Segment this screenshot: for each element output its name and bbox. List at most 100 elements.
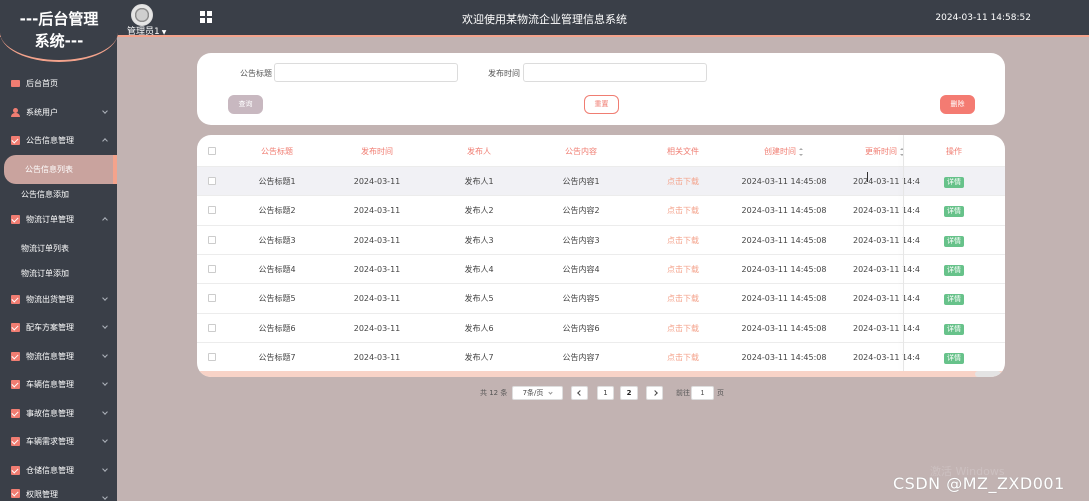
table-row[interactable]: 公告标题2 2024-03-11 发布人2 公告内容2 点击下载 2024-03-11 1… [197, 195, 1005, 224]
reset-button[interactable]: 重置 [584, 95, 619, 114]
table-row[interactable]: 公告标题3 2024-03-11 发布人3 公告内容3 点击下载 2024-03-11 1… [197, 224, 1005, 255]
cell-title: 公告标题7 [258, 352, 296, 362]
row-checkbox[interactable] [208, 352, 216, 361]
row-checkbox[interactable] [208, 264, 216, 273]
datetime: 2024-03-11 14:58:52 [935, 13, 1031, 23]
cell-files[interactable]: 点击下载 [633, 343, 733, 372]
page-size-select[interactable]: 7条/页 [512, 386, 563, 400]
cell-content: 公告内容7 [562, 352, 600, 362]
sidebar-item-logistics-info[interactable]: 物流信息管理 [0, 342, 117, 371]
page-1-button[interactable]: 1 [597, 386, 614, 400]
sidebar-item-vehicle-demand[interactable]: 车辆需求管理 [0, 427, 117, 456]
row-checkbox[interactable] [208, 177, 216, 185]
cell-actions: 详情 [903, 284, 1005, 313]
sidebar-item-notice[interactable]: 公告信息管理 [0, 126, 117, 155]
brand-logo: ---后台管理 系统--- [0, 0, 118, 62]
sidebar-item-label: 物流订单添加 [21, 269, 69, 278]
row-checkbox[interactable] [208, 294, 216, 303]
sidebar-item-permissions[interactable]: 权限管理 [0, 484, 117, 501]
row-checkbox[interactable] [208, 323, 216, 332]
cell-publish-date: 2024-03-11 [353, 352, 401, 362]
title-label: 公告标题 [240, 69, 272, 78]
fixed-column-divider [903, 135, 904, 371]
cell-files[interactable]: 点击下载 [633, 255, 733, 284]
sidebar-item-label: 事故信息管理 [26, 409, 74, 418]
detail-button[interactable]: 详情 [944, 323, 964, 335]
cell-content: 公告内容1 [562, 177, 600, 186]
table-row[interactable]: 公告标题5 2024-03-11 发布人5 公告内容5 点击下载 2024-03-11 1… [197, 283, 1005, 312]
cell-publisher: 发布人4 [464, 264, 494, 274]
detail-button[interactable]: 详情 [944, 206, 964, 218]
sidebar-item-orders[interactable]: 物流订单管理 [0, 205, 117, 234]
table-row[interactable]: 公告标题7 2024-03-11 发布人7 公告内容7 点击下载 2024-03-11 1… [197, 341, 1005, 372]
cell-title: 公告标题4 [258, 264, 296, 274]
sidebar-item-home[interactable]: 后台首页 [0, 69, 117, 98]
cell-files[interactable]: 点击下载 [633, 196, 733, 225]
sidebar-item-label: 系统用户 [26, 108, 58, 117]
table-row[interactable]: 公告标题6 2024-03-11 发布人6 公告内容6 点击下载 2024-03-11 1… [197, 312, 1005, 343]
detail-button[interactable]: 详情 [944, 294, 964, 306]
detail-button[interactable]: 详情 [944, 264, 964, 276]
sidebar-item-label: 公告信息列表 [25, 165, 73, 174]
app-title: 欢迎使用某物流企业管理信息系统 [462, 13, 627, 26]
table-row[interactable]: 公告标题4 2024-03-11 发布人4 公告内容4 点击下载 2024-03-11 1… [197, 253, 1005, 284]
detail-button[interactable]: 详情 [944, 352, 964, 364]
col-created[interactable]: 创建时间 [734, 137, 834, 166]
table-row[interactable]: 公告标题1 2024-03-11 发布人1 公告内容1 点击下载 2024-03-11 1… [197, 166, 1005, 195]
cell-publish-date: 2024-03-11 [353, 206, 401, 216]
cell-files[interactable]: 点击下载 [633, 167, 733, 196]
sidebar-item-warehouse[interactable]: 仓储信息管理 [0, 456, 117, 485]
cell-files[interactable]: 点击下载 [633, 226, 733, 255]
chevron-down-icon: ▼ [161, 29, 167, 36]
cell-created: 2024-03-11 14:45:08 [741, 294, 827, 304]
user-name: 管理员1 [127, 27, 160, 37]
sidebar-item-label: 车辆需求管理 [26, 437, 74, 446]
sidebar-item-label: 权限管理 [26, 490, 58, 499]
col-updated-label: 更新时间 [865, 147, 897, 156]
sidebar-item-label: 公告信息添加 [21, 190, 69, 199]
cell-files[interactable]: 点击下载 [633, 314, 733, 343]
sidebar-item-vehicle-info[interactable]: 车辆信息管理 [0, 370, 117, 399]
cell-publisher: 发布人3 [464, 235, 494, 245]
time-search-input[interactable] [523, 63, 707, 82]
prev-page-button[interactable] [571, 386, 588, 400]
title-search-input[interactable] [274, 63, 458, 82]
detail-button[interactable]: 详情 [944, 177, 964, 188]
cell-created: 2024-03-11 14:45:08 [741, 323, 827, 333]
horizontal-scrollbar[interactable] [197, 371, 1005, 377]
check-icon [11, 466, 20, 475]
sidebar-item-users[interactable]: 系统用户 [0, 98, 117, 127]
time-label: 发布时间 [488, 69, 520, 78]
detail-button[interactable]: 详情 [944, 235, 964, 247]
cell-files[interactable]: 点击下载 [633, 284, 733, 313]
sidebar-item-accident[interactable]: 事故信息管理 [0, 399, 117, 428]
cell-publish-date: 2024-03-11 [353, 323, 401, 333]
chevron-right-icon [651, 390, 658, 396]
check-icon [11, 489, 20, 498]
check-icon [11, 295, 20, 304]
select-all-checkbox[interactable] [208, 147, 216, 155]
sidebar-item-vehicle-plan[interactable]: 配车方案管理 [0, 313, 117, 342]
page-2-button[interactable]: 2 [620, 386, 638, 400]
cell-created: 2024-03-11 14:45:08 [741, 264, 827, 274]
row-checkbox[interactable] [208, 206, 216, 215]
sidebar-item-shipping[interactable]: 物流出货管理 [0, 285, 117, 314]
cell-created: 2024-03-11 14:45:08 [741, 235, 827, 245]
sort-icon[interactable] [799, 147, 804, 156]
goto-page-input[interactable] [691, 386, 714, 400]
delete-button[interactable]: 删除 [940, 95, 975, 114]
cell-actions: 详情 [903, 196, 1005, 225]
chevron-up-icon [102, 217, 108, 223]
sidebar-item-label: 配车方案管理 [26, 323, 74, 332]
check-icon [11, 380, 20, 389]
check-icon [11, 215, 20, 224]
scrollbar-thumb[interactable] [975, 371, 1001, 377]
sidebar-subitem-order-add[interactable]: 物流订单添加 [0, 259, 117, 288]
sidebar-item-label: 物流出货管理 [26, 295, 74, 304]
top-bar: 管理员1 ▼ 欢迎使用某物流企业管理信息系统 2024-03-11 14:58:5… [0, 0, 1089, 37]
brand-line-1: ---后台管理 [19, 10, 99, 28]
cell-content: 公告内容3 [562, 235, 600, 245]
row-checkbox[interactable] [208, 235, 216, 244]
search-button[interactable]: 查询 [228, 95, 263, 114]
next-page-button[interactable] [646, 386, 663, 400]
